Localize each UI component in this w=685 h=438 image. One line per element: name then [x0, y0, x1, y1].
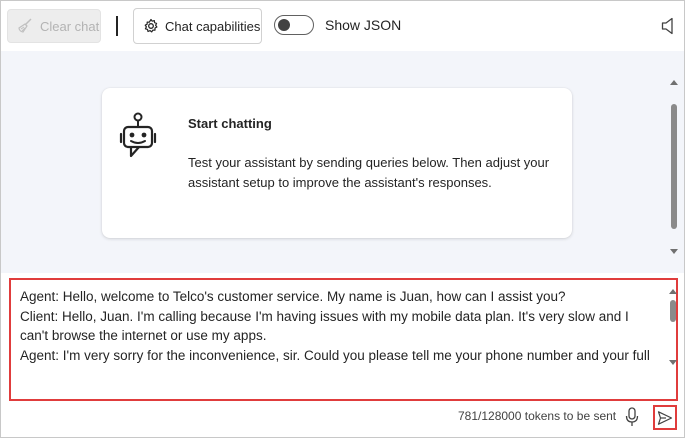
start-chatting-card: Start chatting Test your assistant by se…	[102, 88, 572, 238]
send-button[interactable]	[653, 405, 677, 430]
scroll-thumb[interactable]	[671, 104, 677, 229]
toggle-knob	[278, 19, 290, 31]
input-line: Agent: Hello, welcome to Telco's custome…	[20, 289, 566, 304]
scroll-thumb[interactable]	[670, 300, 676, 322]
card-title: Start chatting	[188, 116, 272, 131]
show-json-label: Show JSON	[325, 17, 402, 33]
card-description: Test your assistant by sending queries b…	[188, 155, 550, 190]
send-icon	[657, 410, 673, 425]
input-area: Agent: Hello, welcome to Telco's custome…	[1, 273, 684, 437]
scroll-up-arrow[interactable]	[670, 80, 678, 85]
gear-icon	[144, 18, 158, 33]
broom-icon	[18, 18, 32, 33]
clear-chat-button[interactable]: Clear chat	[7, 9, 101, 43]
input-text[interactable]: Agent: Hello, welcome to Telco's custome…	[20, 287, 660, 369]
input-line: Agent: I'm very sorry for the inconvenie…	[20, 347, 650, 370]
bot-icon	[119, 112, 157, 158]
user-query-input[interactable]: Agent: Hello, welcome to Telco's custome…	[9, 278, 678, 401]
clear-chat-label: Clear chat	[40, 18, 100, 34]
input-scrollbar[interactable]	[668, 286, 678, 368]
chat-capabilities-label: Chat capabilities	[165, 18, 261, 34]
chat-capabilities-button[interactable]: Chat capabilities	[133, 8, 262, 44]
scroll-down-arrow[interactable]	[670, 249, 678, 254]
toolbar: Clear chat Chat capabilities Show JSON	[1, 1, 684, 51]
chat-scrollbar[interactable]	[669, 77, 679, 257]
microphone-icon[interactable]	[625, 407, 639, 427]
input-line: Client: Hello, Juan. I'm calling because…	[20, 308, 629, 344]
toolbar-divider	[116, 16, 118, 36]
show-json-toggle[interactable]	[274, 15, 314, 35]
chat-history: Start chatting Test your assistant by se…	[1, 51, 684, 273]
speaker-icon[interactable]	[661, 17, 675, 35]
scroll-up-arrow[interactable]	[669, 289, 677, 294]
scroll-down-arrow[interactable]	[669, 360, 677, 365]
chat-playground: Clear chat Chat capabilities Show JSON S…	[0, 0, 685, 438]
token-count: 781/128000 tokens to be sent	[458, 409, 617, 423]
